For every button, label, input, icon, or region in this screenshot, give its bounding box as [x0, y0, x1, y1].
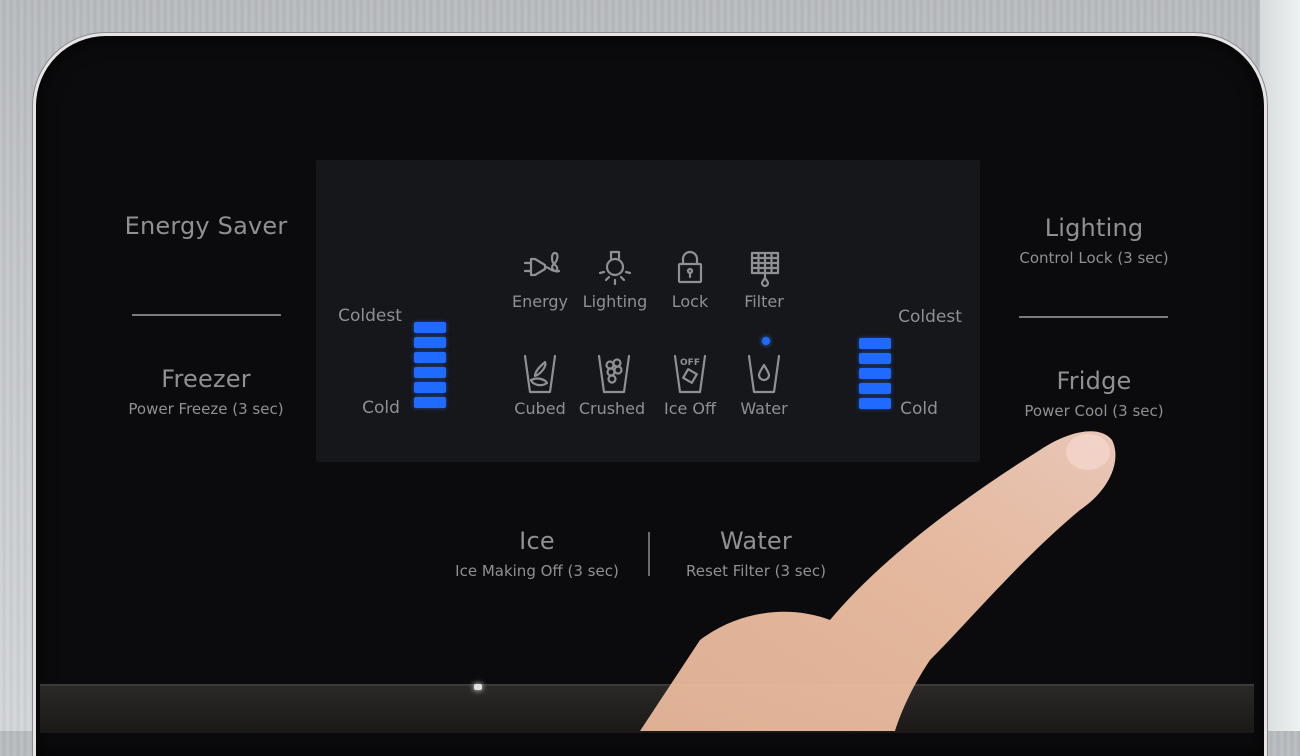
- status-filter-label: Filter: [744, 292, 784, 311]
- status-lighting-label: Lighting: [582, 292, 648, 311]
- freezer-gauge-cold-label: Cold: [362, 398, 400, 418]
- ice-button-subtitle: Ice Making Off (3 sec): [455, 562, 619, 580]
- water-cup-icon: [746, 353, 782, 399]
- freezer-button-subtitle: Power Freeze (3 sec): [128, 400, 284, 418]
- mode-water-label: Water: [740, 399, 788, 418]
- gauge-segment: [859, 368, 891, 379]
- gauge-segment: [414, 382, 446, 393]
- fridge-button-subtitle: Power Cool (3 sec): [1024, 402, 1164, 420]
- fridge-button-title: Fridge: [1056, 367, 1132, 395]
- freezer-temperature-gauge: [414, 322, 446, 412]
- fridge-gauge-coldest-label: Coldest: [898, 307, 962, 327]
- status-lock-label: Lock: [671, 292, 709, 311]
- water-button-subtitle: Reset Filter (3 sec): [686, 562, 826, 580]
- cubed-ice-cup-icon: [522, 353, 558, 399]
- ice-button-title: Ice: [519, 527, 555, 555]
- filter-icon: [749, 250, 781, 292]
- crushed-ice-cup-icon: [596, 353, 632, 399]
- gauge-segment: [414, 367, 446, 378]
- lighting-button-title: Lighting: [1044, 214, 1144, 242]
- dispenser-recess: [40, 684, 1254, 733]
- right-divider: [1019, 316, 1168, 318]
- light-bulb-icon: [597, 248, 633, 292]
- mode-crushed-label: Crushed: [578, 399, 646, 418]
- gauge-segment: [414, 352, 446, 363]
- energy-plug-icon: [522, 250, 562, 290]
- lock-icon: [675, 249, 705, 291]
- gauge-segment: [859, 338, 891, 349]
- water-selected-indicator: [762, 337, 770, 345]
- svg-text:OFF: OFF: [680, 358, 700, 368]
- gauge-segment: [859, 383, 891, 394]
- gauge-segment: [414, 337, 446, 348]
- freezer-gauge-coldest-label: Coldest: [338, 306, 402, 326]
- energy-saver-button[interactable]: Energy Saver: [106, 212, 306, 240]
- lighting-button-subtitle: Control Lock (3 sec): [1019, 249, 1169, 267]
- water-button-title: Water: [720, 527, 792, 555]
- gauge-segment: [859, 353, 891, 364]
- bottom-divider: [648, 532, 650, 576]
- fridge-gauge-cold-label: Cold: [900, 399, 938, 419]
- status-energy-label: Energy: [511, 292, 568, 311]
- left-divider: [132, 314, 281, 316]
- gauge-segment: [414, 397, 446, 408]
- dispenser-light: [474, 684, 482, 690]
- gauge-segment: [859, 398, 891, 409]
- steel-door-edge: [1260, 0, 1300, 731]
- gauge-segment: [414, 322, 446, 333]
- ice-off-cup-icon: OFF: [672, 353, 708, 399]
- mode-cubed-label: Cubed: [514, 399, 566, 418]
- fridge-temperature-gauge: [859, 338, 891, 413]
- mode-ice-off-label: Ice Off: [663, 399, 717, 418]
- freezer-button-title: Freezer: [161, 365, 251, 393]
